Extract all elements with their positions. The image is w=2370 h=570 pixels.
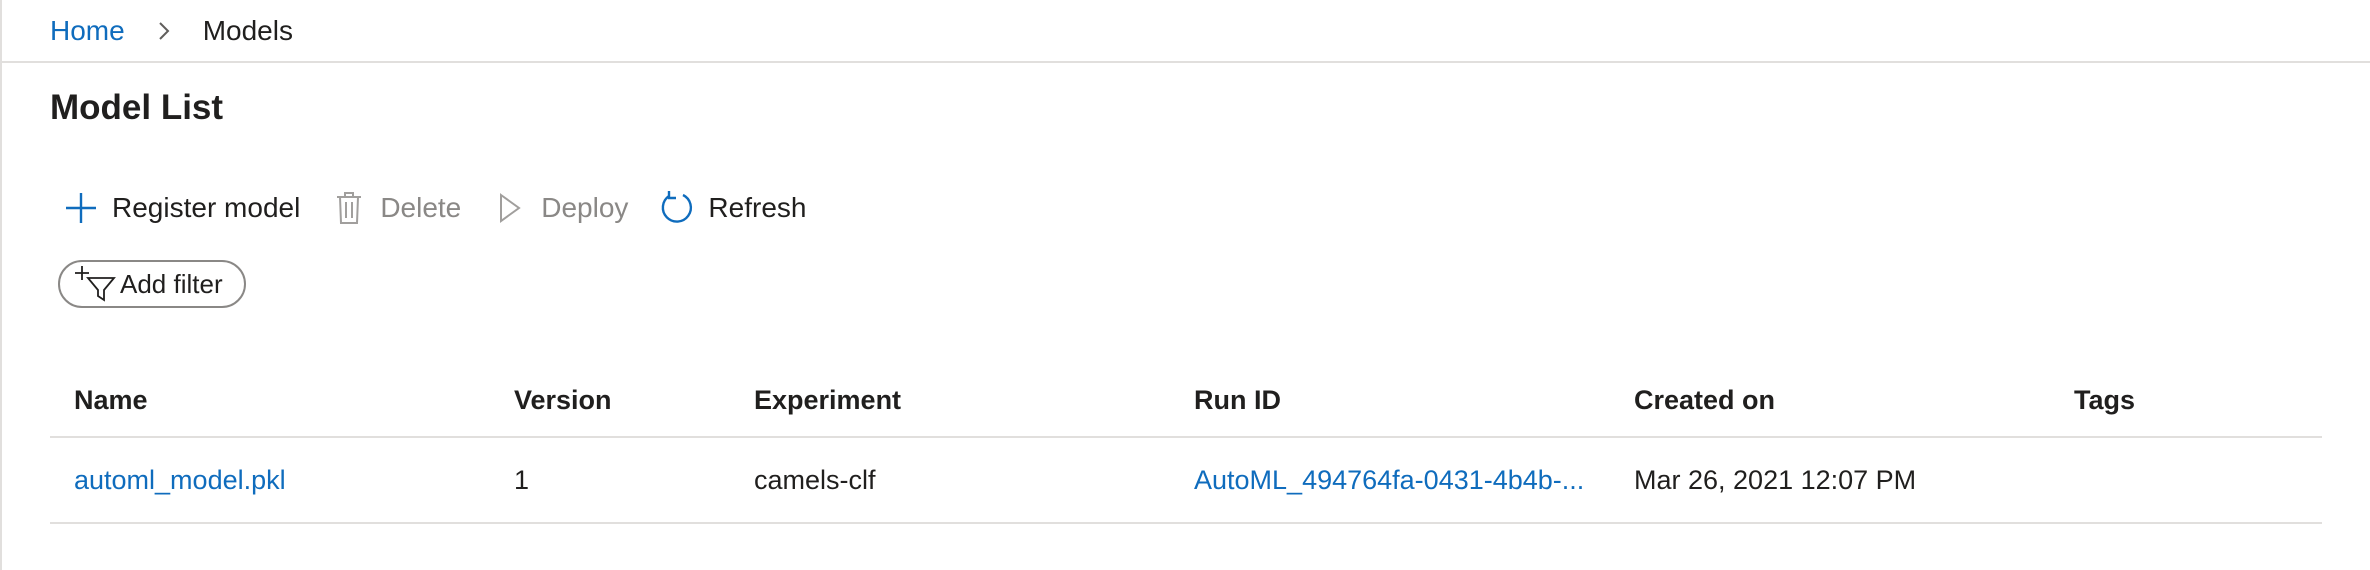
chevron-right-icon xyxy=(147,14,181,48)
refresh-label: Refresh xyxy=(708,192,807,223)
model-version: 1 xyxy=(514,464,530,495)
register-model-label: Register model xyxy=(112,192,301,223)
column-header-tags[interactable]: Tags xyxy=(2074,364,2135,436)
deploy-button[interactable]: Deploy xyxy=(491,186,628,230)
command-bar: Register model Delete Deploy Refresh xyxy=(62,186,806,230)
column-header-version[interactable]: Version xyxy=(514,364,612,436)
breadcrumb-current: Models xyxy=(202,15,293,46)
add-filter-button[interactable]: Add filter xyxy=(58,260,246,308)
table-row[interactable]: automl_model.pkl 1 camels-clf AutoML_494… xyxy=(50,438,2322,524)
breadcrumb-home-link[interactable]: Home xyxy=(50,15,125,47)
model-created-on: Mar 26, 2021 12:07 PM xyxy=(1634,464,1917,495)
plus-icon xyxy=(62,189,100,227)
table-header: Name Version Experiment Run ID Created o… xyxy=(50,364,2322,438)
column-header-name[interactable]: Name xyxy=(74,364,148,436)
column-header-experiment[interactable]: Experiment xyxy=(754,364,901,436)
delete-label: Delete xyxy=(380,192,462,223)
run-id-link[interactable]: AutoML_494764fa-0431-4b4b-... xyxy=(1194,438,1594,522)
page-left-border xyxy=(0,0,2,570)
deploy-label: Deploy xyxy=(541,192,629,223)
add-filter-label: Add filter xyxy=(120,268,223,299)
breadcrumb: Home Models xyxy=(50,14,293,48)
trash-icon xyxy=(330,189,368,227)
model-table: Name Version Experiment Run ID Created o… xyxy=(50,364,2322,524)
column-header-run-id[interactable]: Run ID xyxy=(1194,364,1594,436)
breadcrumb-bar: Home Models xyxy=(2,0,2370,63)
refresh-button[interactable]: Refresh xyxy=(658,186,806,230)
refresh-icon xyxy=(658,189,696,227)
play-icon xyxy=(491,189,529,227)
delete-button[interactable]: Delete xyxy=(330,186,461,230)
page-title: Model List xyxy=(50,88,224,127)
model-experiment: camels-clf xyxy=(754,464,876,495)
model-name-link[interactable]: automl_model.pkl xyxy=(74,438,286,522)
add-filter-icon xyxy=(74,264,116,304)
column-header-created-on[interactable]: Created on xyxy=(1634,364,1775,436)
register-model-button[interactable]: Register model xyxy=(62,186,300,230)
